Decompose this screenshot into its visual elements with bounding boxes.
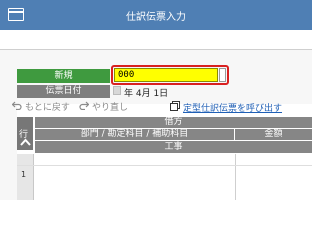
debit-header: 借方 <box>35 117 312 128</box>
redo-label: やり直し <box>92 103 129 113</box>
template-voucher-link[interactable]: 定型仕訳伝票を呼び出す <box>170 101 282 116</box>
input-scroll-handle[interactable] <box>219 68 226 82</box>
voucher-date-field[interactable]: 年 4月 1日 <box>124 86 168 99</box>
voucher-date-label: 伝票日付 <box>17 85 110 98</box>
undo-label: もとに戻す <box>25 103 70 113</box>
shinki-label: 新規 <box>17 69 110 83</box>
construction-header: 工事 <box>35 141 312 153</box>
line-number[interactable]: 1 <box>21 170 26 179</box>
title-bar: 仕訳伝票入力 <box>0 0 312 30</box>
left-margin <box>0 50 17 200</box>
template-icon <box>170 101 180 111</box>
date-era-box[interactable] <box>113 86 121 95</box>
template-link-label: 定型仕訳伝票を呼び出す <box>183 104 283 114</box>
undo-button[interactable]: もとに戻す <box>12 101 70 115</box>
amount-header: 金額 <box>235 129 312 140</box>
dept-account-header: 部門 / 勘定科目 / 補助科目 <box>35 129 234 140</box>
redo-button[interactable]: やり直し <box>79 101 128 115</box>
voucher-number-input[interactable]: 000 <box>114 68 218 82</box>
window-title: 仕訳伝票入力 <box>126 12 186 23</box>
row-header-cell[interactable]: 行 <box>17 117 34 150</box>
redo-icon <box>79 101 89 110</box>
sub-toolbar <box>0 30 312 50</box>
column-divider <box>235 154 236 200</box>
journal-entry-row[interactable] <box>35 154 312 200</box>
chevron-up-icon <box>20 138 31 146</box>
undo-icon <box>12 101 22 110</box>
row-divider <box>17 165 312 166</box>
